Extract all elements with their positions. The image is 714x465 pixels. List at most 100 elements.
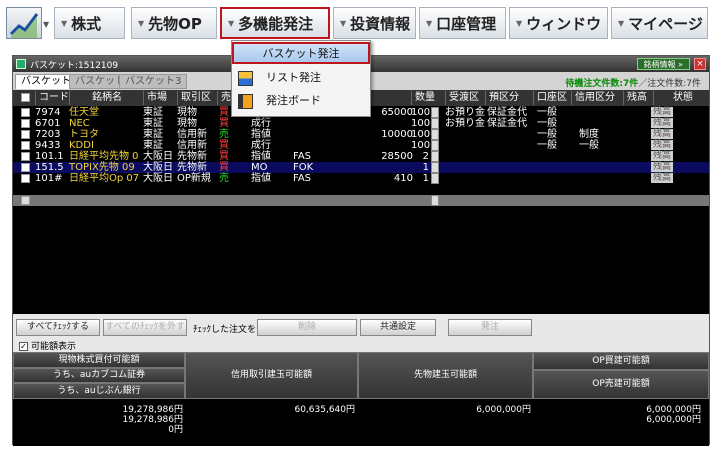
qty-stepper[interactable] — [431, 162, 439, 173]
cell-trade: 現物 — [177, 107, 197, 118]
remain-button[interactable]: 残高 — [651, 151, 673, 161]
chevron-down-icon: ▼ — [228, 18, 235, 28]
menu-account[interactable]: ▼ 口座管理 — [419, 7, 506, 39]
list-order-icon — [238, 71, 253, 86]
table-row[interactable]: 7203トヨタ東証信用新売指値10000100一般制度待機残高 — [13, 129, 709, 140]
row-checkbox[interactable] — [21, 108, 30, 117]
table-row[interactable]: 101.1日経平均先物 0大阪日先物新買指値FAS285002待機残高 — [13, 151, 709, 162]
uncheck-all-button[interactable]: すべてのﾁｪｯｸを外す — [103, 319, 187, 336]
col-trade[interactable]: 取引区 — [177, 91, 211, 105]
futures-available-label: 先物建玉可能額 — [358, 352, 533, 399]
cell-deposit: 保証金代 — [487, 107, 527, 118]
remain-button[interactable]: 残高 — [651, 118, 673, 128]
table-row[interactable]: 101#日経平均Op 07大阪日OP新規売指値FAS4101待機残高 — [13, 173, 709, 184]
col-account[interactable]: 口座区 — [533, 91, 567, 105]
menu-item-basket-order[interactable]: バスケット発注 — [232, 42, 370, 64]
checkbox-checked-icon: ✓ — [19, 342, 28, 351]
cell-trade: OP新規 — [177, 173, 211, 184]
cell-type: 指値 — [251, 151, 271, 162]
col-delivery[interactable]: 受渡区 — [445, 91, 479, 105]
col-side[interactable]: 売 — [217, 91, 231, 105]
qty-stepper[interactable] — [431, 118, 439, 129]
cell-type: 指値 — [251, 129, 271, 140]
common-settings-button[interactable]: 共通設定 — [360, 319, 436, 336]
order-button[interactable]: 発注 — [448, 319, 532, 336]
qty-stepper[interactable] — [431, 173, 439, 184]
col-remain[interactable]: 残高 — [623, 91, 647, 105]
menu-window[interactable]: ▼ ウィンドウ — [509, 7, 608, 39]
menu-multifunction-order[interactable]: ▼ 多機能発注 — [220, 7, 330, 39]
cell-qty: 100 — [411, 129, 431, 140]
row-checkbox[interactable] — [21, 141, 30, 150]
table-row[interactable]: 6701NEC東証現物買成行100お預り金保証金代一般待機残高 — [13, 118, 709, 129]
remain-button[interactable]: 残高 — [651, 129, 673, 139]
remain-button[interactable]: 残高 — [651, 173, 673, 183]
cell-account: 一般 — [537, 118, 557, 129]
menu-bar: ▼ ▼ 株式 ▼ 先物OP ▼ 多機能発注 ▼ 投資情報 ▼ 口座管理 ▼ ウィンドウ ▼ マ… — [0, 0, 714, 44]
col-deposit[interactable]: 預区分 — [485, 91, 519, 105]
show-available-toggle[interactable]: ✓ 可能額表示 — [19, 339, 76, 352]
chevron-down-icon: ▼ — [516, 18, 523, 28]
op-sell-label: OP売建可能額 — [533, 370, 709, 399]
menu-item-list-order[interactable]: リスト発注 — [232, 68, 370, 90]
col-credit[interactable]: 信用区分 — [571, 91, 615, 105]
app-icon — [16, 59, 26, 69]
order-counts: 待機注文件数:7件／注文件数:7件 — [565, 76, 701, 89]
qty-stepper[interactable] — [431, 140, 439, 151]
col-status[interactable]: 状態 — [653, 91, 709, 105]
qty-stepper[interactable] — [431, 107, 439, 118]
row-checkbox[interactable] — [21, 163, 30, 172]
menu-mypage[interactable]: ▼ マイページ — [611, 7, 708, 39]
row-checkbox[interactable] — [21, 174, 30, 183]
brand-info-button[interactable]: 銘柄情報 » — [636, 58, 690, 70]
menu-label: 先物OP — [148, 14, 202, 33]
tab-basket-3[interactable]: バスケット3 — [119, 74, 188, 89]
qty-stepper[interactable] — [431, 195, 439, 206]
qty-stepper[interactable] — [431, 151, 439, 162]
delete-button[interactable]: 削除 — [257, 319, 357, 336]
futures-value: 6,000,000円 — [476, 405, 531, 415]
col-name[interactable]: 銘柄名 — [69, 91, 141, 105]
cell-qty: 100 — [411, 140, 431, 151]
op-buy-label: OP買建可能額 — [533, 352, 709, 370]
remain-button[interactable]: 残高 — [651, 140, 673, 150]
select-all-checkbox[interactable] — [21, 93, 30, 102]
row-checkbox[interactable] — [21, 196, 30, 205]
cell-type: 指値 — [251, 173, 271, 184]
chevron-down-icon[interactable]: ▼ — [43, 20, 49, 29]
qty-stepper[interactable] — [431, 129, 439, 140]
cell-price: 410 — [393, 173, 413, 184]
cell-code: 7974 — [35, 107, 61, 118]
close-icon[interactable]: × — [694, 58, 706, 70]
cell-credit: 一般 — [579, 140, 599, 151]
cell-code: 9433 — [35, 140, 61, 151]
check-all-button[interactable]: すべてﾁｪｯｸする — [16, 319, 100, 336]
col-market[interactable]: 市場 — [143, 91, 167, 105]
table-row[interactable]: 151.5TOPIX先物 09大阪日先物新買MOFOK1待機残高 — [13, 162, 709, 173]
menu-item-order-board[interactable]: 発注ボード — [232, 91, 370, 113]
cell-deliv: お預り金 — [445, 107, 485, 118]
menu-item-label: 発注ボード — [266, 94, 321, 107]
cell-side: 買 — [219, 118, 229, 129]
menu-label: ウィンドウ — [526, 14, 602, 33]
available-amount-headers: 現物株式買付可能額 うち、auカブコム証券 うち、auじぶん銀行 信用取引建玉可… — [13, 352, 709, 399]
cell-qty: 2 — [422, 151, 429, 162]
menu-futures-op[interactable]: ▼ 先物OP — [131, 7, 217, 39]
menu-stocks[interactable]: ▼ 株式 — [54, 7, 125, 39]
waiting-count: 7件 — [622, 79, 639, 89]
cell-side: 買 — [219, 162, 229, 173]
app-logo-icon[interactable] — [6, 7, 42, 39]
new-row[interactable] — [13, 195, 709, 206]
remain-button[interactable]: 残高 — [651, 107, 673, 117]
table-row[interactable]: 9433KDDI東証信用新買成行100一般一般待機残高 — [13, 140, 709, 151]
checked-orders-label: ﾁｪｯｸした注文を — [193, 325, 257, 335]
cell-name: トヨタ — [69, 129, 99, 140]
row-checkbox[interactable] — [21, 130, 30, 139]
col-qty[interactable]: 数量 — [411, 91, 435, 105]
remain-button[interactable]: 残高 — [651, 162, 673, 172]
row-checkbox[interactable] — [21, 152, 30, 161]
col-code[interactable]: コード — [35, 91, 69, 105]
menu-investment-info[interactable]: ▼ 投資情報 — [333, 7, 416, 39]
row-checkbox[interactable] — [21, 119, 30, 128]
empty-grid — [13, 206, 709, 314]
